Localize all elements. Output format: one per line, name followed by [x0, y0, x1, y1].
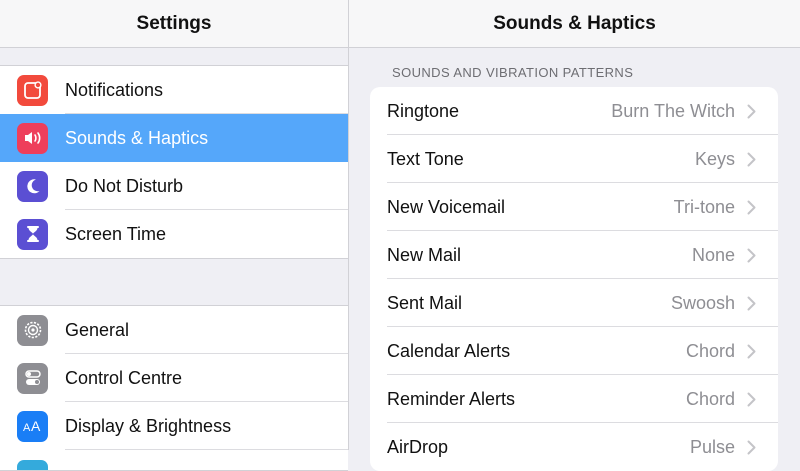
sidebar-item-general[interactable]: General	[0, 306, 348, 354]
row-label: New Voicemail	[387, 196, 506, 217]
sidebar-item-label: Screen Time	[65, 223, 167, 244]
sidebar-item-control-centre[interactable]: Control Centre	[0, 354, 348, 402]
sidebar-item-label: Display & Brightness	[65, 415, 232, 436]
sidebar-item-label: Notifications	[65, 79, 164, 100]
chevron-right-icon	[747, 199, 757, 215]
sidebar-item-label: Do Not Disturb	[65, 175, 184, 196]
row-label: Sent Mail	[387, 292, 463, 313]
sidebar-item-partial[interactable]	[0, 450, 348, 470]
row-value: Chord	[685, 340, 735, 361]
row-calendar-alerts[interactable]: Calendar Alerts Chord	[370, 327, 778, 375]
hourglass-icon	[17, 218, 48, 250]
row-new-voicemail[interactable]: New Voicemail Tri-tone	[370, 183, 778, 231]
svg-text:A: A	[23, 422, 31, 434]
sidebar-title: Settings	[0, 0, 348, 48]
settings-sidebar: Settings Notifications Sounds & Haptics …	[0, 0, 349, 471]
row-text-tone[interactable]: Text Tone Keys	[370, 135, 778, 183]
row-new-mail[interactable]: New Mail None	[370, 231, 778, 279]
row-label: Calendar Alerts	[387, 340, 511, 361]
chevron-right-icon	[747, 103, 757, 119]
chevron-right-icon	[747, 151, 757, 167]
sidebar-item-do-not-disturb[interactable]: Do Not Disturb	[0, 162, 348, 210]
row-label: Ringtone	[387, 100, 460, 121]
chevron-right-icon	[747, 391, 757, 407]
svg-text:A: A	[31, 418, 41, 434]
detail-pane: Sounds & Haptics SOUNDS AND VIBRATION PA…	[349, 0, 800, 471]
row-value: Keys	[694, 148, 735, 169]
sidebar-item-display-brightness[interactable]: A A Display & Brightness	[0, 402, 348, 450]
row-label: Text Tone	[387, 148, 464, 169]
sidebar-item-label: Sounds & Haptics	[65, 127, 209, 148]
gear-icon	[17, 314, 48, 346]
row-sent-mail[interactable]: Sent Mail Swoosh	[370, 279, 778, 327]
section-header: SOUNDS AND VIBRATION PATTERNS	[392, 65, 634, 80]
moon-icon	[17, 170, 48, 202]
text-size-icon: A A	[17, 410, 48, 442]
sidebar-item-label: Control Centre	[65, 367, 183, 388]
sidebar-item-label: General	[65, 319, 130, 340]
row-airdrop[interactable]: AirDrop Pulse	[370, 423, 778, 471]
row-label: AirDrop	[387, 436, 449, 457]
row-value: None	[691, 244, 735, 265]
chevron-right-icon	[747, 343, 757, 359]
row-value: Pulse	[689, 436, 735, 457]
detail-title: Sounds & Haptics	[349, 0, 800, 48]
chevron-right-icon	[747, 439, 757, 455]
toggles-icon	[17, 362, 48, 394]
row-reminder-alerts[interactable]: Reminder Alerts Chord	[370, 375, 778, 423]
sidebar-item-screen-time[interactable]: Screen Time	[0, 210, 348, 258]
notifications-icon	[17, 74, 48, 106]
sound-patterns-list: Ringtone Burn The Witch Text Tone Keys N…	[370, 87, 778, 471]
row-value: Tri-tone	[673, 196, 735, 217]
sidebar-item-sounds-haptics[interactable]: Sounds & Haptics	[0, 114, 348, 162]
sidebar-item-notifications[interactable]: Notifications	[0, 66, 348, 114]
chevron-right-icon	[747, 295, 757, 311]
sidebar-group-2: General Control Centre A A Display & Bri…	[0, 305, 348, 471]
row-label: Reminder Alerts	[387, 388, 516, 409]
sidebar-group-1: Notifications Sounds & Haptics Do Not Di…	[0, 65, 348, 259]
row-value: Chord	[685, 388, 735, 409]
row-value: Swoosh	[670, 292, 735, 313]
row-label: New Mail	[387, 244, 462, 265]
wallpaper-icon	[17, 460, 48, 470]
chevron-right-icon	[747, 247, 757, 263]
row-value: Burn The Witch	[611, 100, 735, 121]
row-ringtone[interactable]: Ringtone Burn The Witch	[370, 87, 778, 135]
speaker-icon	[17, 122, 48, 154]
